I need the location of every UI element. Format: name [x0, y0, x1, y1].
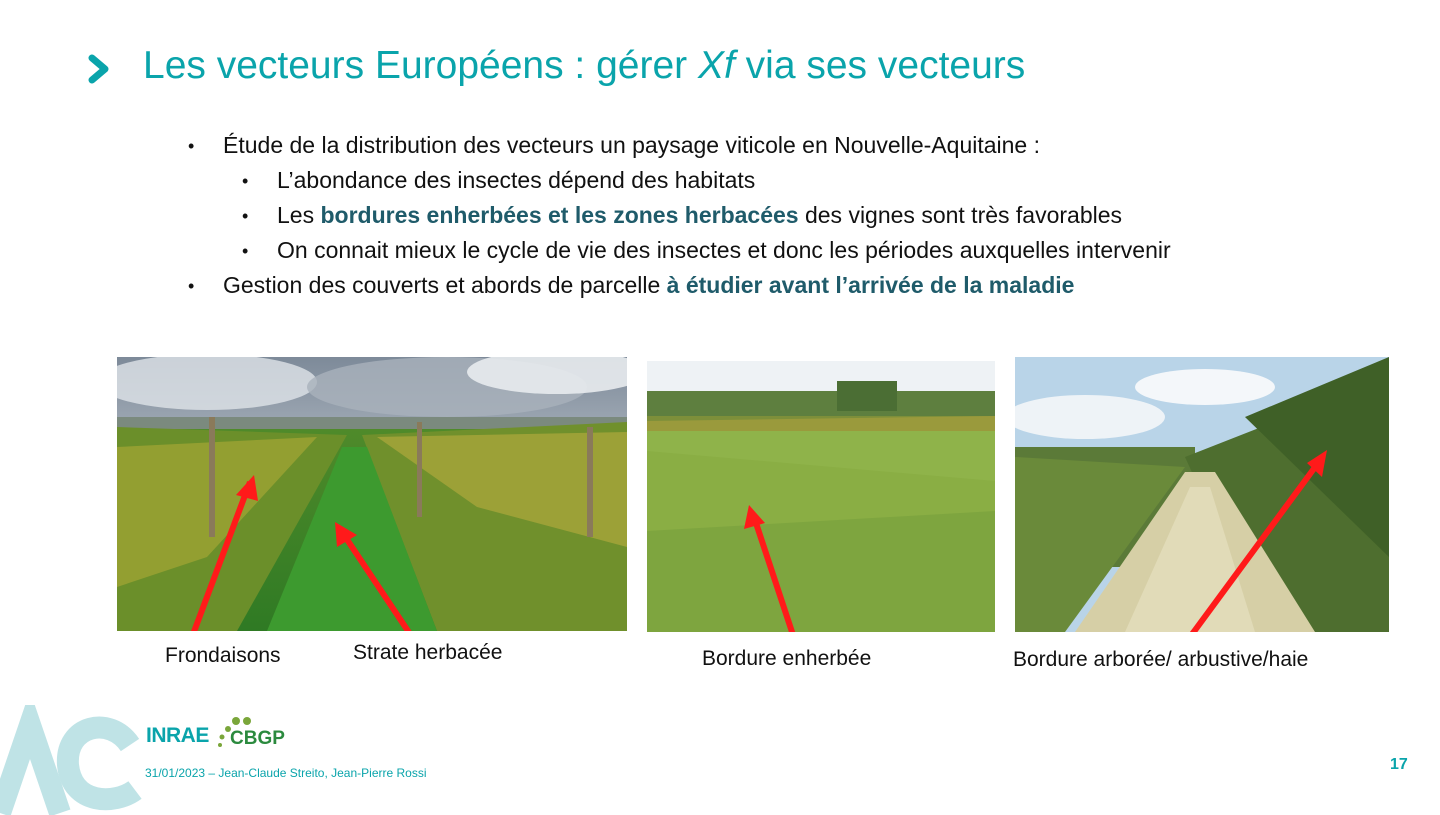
ae-watermark-icon: [0, 705, 142, 815]
bullet-dot: •: [242, 206, 249, 226]
chevron-right-icon: [88, 54, 109, 84]
bullet-item: Étude de la distribution des vecteurs un…: [223, 132, 1040, 158]
logo-inrae: INRAE: [146, 724, 209, 747]
caption-frondaisons: Frondaisons: [165, 644, 281, 667]
page-number: 17: [1390, 756, 1408, 773]
photo-hedge-border: [1015, 357, 1389, 632]
bullet-dot: •: [242, 241, 249, 261]
photo-vineyard-rows: [117, 357, 627, 631]
sub-bullet-item: Les bordures enherbées et les zones herb…: [277, 202, 1123, 228]
footer-date-authors: 31/01/2023 – Jean-Claude Streito, Jean-P…: [145, 766, 427, 780]
photo-grassy-border: [647, 361, 995, 632]
sub-bullet-item: L’abondance des insectes dépend des habi…: [277, 167, 756, 193]
slide-title: Les vecteurs Européens : gérer Xf via se…: [143, 44, 1026, 87]
bullet-dot: •: [242, 171, 249, 191]
caption-bordure-arboree: Bordure arborée/ arbustive/haie: [1013, 648, 1309, 671]
sub-bullet-item: On connait mieux le cycle de vie des ins…: [277, 237, 1171, 263]
bullet-dot: •: [188, 136, 195, 156]
caption-strate-herbacee: Strate herbacée: [353, 641, 503, 664]
bullet-dot: •: [188, 276, 195, 296]
bullet-item: Gestion des couverts et abords de parcel…: [223, 272, 1075, 298]
caption-bordure-enherbee: Bordure enherbée: [702, 647, 872, 670]
logo-cbgp: CBGP: [230, 728, 285, 749]
